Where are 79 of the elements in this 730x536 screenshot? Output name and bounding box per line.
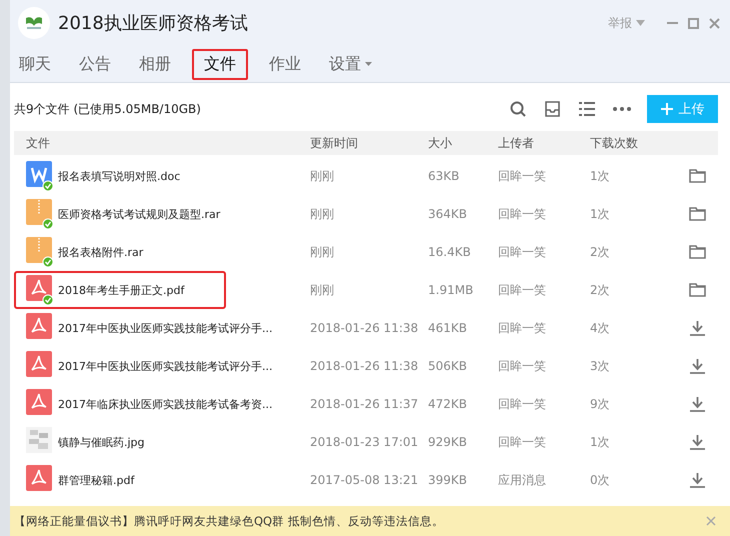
file-name[interactable]: 2017年中医执业医师实践技能考试评分手... xyxy=(58,320,272,336)
file-icon xyxy=(24,199,54,229)
folder-icon[interactable] xyxy=(688,245,706,259)
update-time: 2017-05-08 13:21 xyxy=(310,473,420,487)
tab[interactable]: 相册 xyxy=(132,48,178,80)
file-size: 63KB xyxy=(428,169,460,183)
download-count: 2次 xyxy=(590,244,611,260)
uploader: 回眸一笑 xyxy=(498,434,547,450)
uploader: 回眸一笑 xyxy=(498,168,547,184)
column-header: 大小 xyxy=(428,134,453,152)
download-count: 3次 xyxy=(590,358,611,374)
download-icon[interactable] xyxy=(690,434,704,450)
uploader: 回眸一笑 xyxy=(498,244,547,260)
file-size: 472KB xyxy=(428,397,468,411)
tab[interactable]: 聊天 xyxy=(12,48,58,80)
column-header: 文件 xyxy=(25,134,51,152)
update-time: 刚刚 xyxy=(310,244,335,260)
file-size: 929KB xyxy=(428,435,468,449)
download-count: 1次 xyxy=(590,206,611,222)
uploader: 回眸一笑 xyxy=(498,396,547,412)
folder-icon[interactable] xyxy=(688,207,706,221)
close-icon[interactable] xyxy=(709,18,720,28)
download-count: 1次 xyxy=(590,168,611,184)
download-icon[interactable] xyxy=(690,472,704,488)
file-icon xyxy=(24,275,54,305)
file-size: 1.91MB xyxy=(428,283,474,297)
uploader: 回眸一笑 xyxy=(498,320,547,336)
column-header: 上传者 xyxy=(498,134,535,152)
file-size: 399KB xyxy=(428,473,468,487)
file-size: 16.4KB xyxy=(428,245,472,259)
update-time: 2018-01-26 11:38 xyxy=(310,321,420,335)
file-name[interactable]: 医师资格考试考试规则及题型.rar xyxy=(58,206,220,222)
download-count: 1次 xyxy=(590,434,611,450)
tab[interactable]: 作业 xyxy=(262,48,308,80)
uploader: 回眸一笑 xyxy=(498,358,547,374)
inbox-icon[interactable] xyxy=(544,101,561,117)
file-size: 364KB xyxy=(428,207,468,221)
update-time: 2018-01-23 17:01 xyxy=(310,435,420,449)
notice-text: 【网络正能量倡议书】腾讯呼吁网友共建绿色QQ群 抵制色情、反动等违法信息。 xyxy=(14,514,444,528)
update-time: 2018-01-26 11:37 xyxy=(310,397,420,411)
uploader: 回眸一笑 xyxy=(498,282,547,298)
tab[interactable]: 公告 xyxy=(72,48,118,80)
file-name[interactable]: 镇静与催眠药.jpg xyxy=(58,434,145,450)
uploader: 回眸一笑 xyxy=(498,206,547,222)
download-count: 0次 xyxy=(590,472,611,488)
update-time: 刚刚 xyxy=(310,168,335,184)
download-count: 9次 xyxy=(590,396,611,412)
file-name[interactable]: 2017年中医执业医师实践技能考试评分手... xyxy=(58,358,272,374)
tab[interactable]: 文件 xyxy=(192,48,248,80)
file-summary: 共9个文件 (已使用5.05MB/10GB) xyxy=(14,100,201,118)
download-icon[interactable] xyxy=(690,396,704,412)
more-icon[interactable] xyxy=(613,107,631,111)
folder-icon[interactable] xyxy=(688,169,706,183)
file-name[interactable]: 2017年临床执业医师实践技能考试备考资... xyxy=(58,396,272,412)
list-icon[interactable] xyxy=(579,102,595,116)
plus-icon xyxy=(660,103,672,115)
file-icon xyxy=(24,237,54,267)
update-time: 刚刚 xyxy=(310,282,335,298)
download-count: 2次 xyxy=(590,282,611,298)
file-size: 506KB xyxy=(428,359,468,373)
uploader: 应用消息 xyxy=(498,472,547,488)
file-name[interactable]: 群管理秘籍.pdf xyxy=(58,472,134,488)
update-time: 刚刚 xyxy=(310,206,335,222)
column-header: 更新时间 xyxy=(310,134,359,152)
window-title: 2018执业医师资格考试 xyxy=(58,12,248,35)
file-name[interactable]: 报名表填写说明对照.doc xyxy=(58,168,180,184)
folder-icon[interactable] xyxy=(688,283,706,297)
update-time: 2018-01-26 11:38 xyxy=(310,359,420,373)
download-count: 4次 xyxy=(590,320,611,336)
file-size: 461KB xyxy=(428,321,468,335)
maximize-icon[interactable] xyxy=(688,18,699,28)
group-avatar xyxy=(18,7,50,39)
download-icon[interactable] xyxy=(690,358,704,374)
search-icon[interactable] xyxy=(510,101,526,117)
download-icon[interactable] xyxy=(690,320,704,336)
column-header: 下载次数 xyxy=(590,134,639,152)
tab[interactable]: 设置 xyxy=(322,48,379,80)
file-icon xyxy=(24,161,54,191)
file-name[interactable]: 报名表格附件.rar xyxy=(58,244,144,260)
